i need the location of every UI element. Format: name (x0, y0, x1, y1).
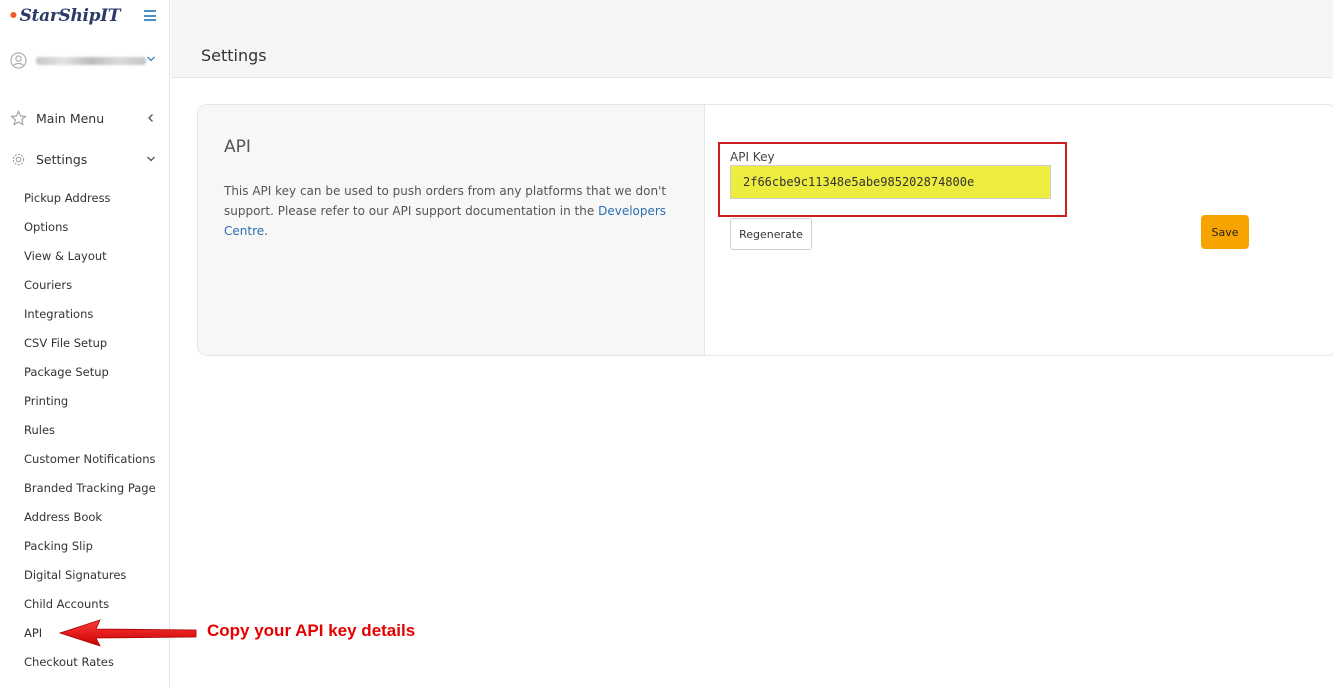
hamburger-icon[interactable] (144, 10, 156, 21)
save-button[interactable]: Save (1201, 215, 1249, 249)
sidebar-item-branded-tracking-page[interactable]: Branded Tracking Page (24, 480, 164, 509)
sidebar-item-package-setup[interactable]: Package Setup (24, 364, 164, 393)
user-icon (10, 52, 27, 69)
sidebar-item-rules[interactable]: Rules (24, 422, 164, 451)
settings-label: Settings (36, 152, 88, 167)
main-menu-toggle[interactable]: Main Menu (10, 109, 160, 129)
annotation-callout: Copy your API key details (207, 621, 416, 640)
main-content: Settings API This API key can be used to… (171, 0, 1333, 687)
description-end: . (264, 224, 268, 238)
sidebar-item-address-book[interactable]: Address Book (24, 509, 164, 538)
sidebar-item-packing-slip[interactable]: Packing Slip (24, 538, 164, 567)
blurred-username (36, 57, 146, 65)
chevron-down-icon (147, 156, 155, 162)
api-key-panel: API Key 2f66cbe9c11348e5abe985202874800e… (705, 105, 1333, 355)
card-title: API (224, 137, 251, 157)
sidebar-item-couriers[interactable]: Couriers (24, 277, 164, 306)
api-info-panel: API This API key can be used to push ord… (198, 105, 705, 355)
settings-submenu: Pickup Address Options View & Layout Cou… (24, 190, 164, 683)
api-key-highlight-box: API Key 2f66cbe9c11348e5abe985202874800e (718, 142, 1067, 217)
api-key-label: API Key (730, 150, 775, 164)
star-icon (10, 110, 27, 126)
sidebar-item-digital-signatures[interactable]: Digital Signatures (24, 567, 164, 596)
card-description: This API key can be used to push orders … (224, 181, 684, 241)
api-key-field[interactable]: 2f66cbe9c11348e5abe985202874800e (730, 165, 1051, 199)
logo-row: •StarShipIT (8, 6, 160, 32)
sidebar: •StarShipIT Main Menu Settings Pickup Ad… (0, 0, 170, 687)
page-header: Settings (171, 0, 1333, 78)
sidebar-item-csv-file-setup[interactable]: CSV File Setup (24, 335, 164, 364)
sidebar-item-pickup-address[interactable]: Pickup Address (24, 190, 164, 219)
gear-icon (12, 153, 25, 166)
sidebar-item-view-layout[interactable]: View & Layout (24, 248, 164, 277)
regenerate-button[interactable]: Regenerate (730, 218, 812, 250)
api-settings-card: API This API key can be used to push ord… (197, 104, 1333, 356)
starshipit-logo[interactable]: •StarShipIT (8, 6, 121, 26)
main-menu-label: Main Menu (36, 111, 105, 126)
sidebar-item-customer-notifications[interactable]: Customer Notifications (24, 451, 164, 480)
chevron-left-icon (148, 114, 153, 122)
annotation-arrow-icon (58, 619, 197, 647)
sidebar-item-options[interactable]: Options (24, 219, 164, 248)
page-title: Settings (201, 46, 267, 65)
settings-menu-toggle[interactable]: Settings (10, 150, 160, 170)
user-account-dropdown[interactable] (10, 52, 160, 70)
sidebar-item-printing[interactable]: Printing (24, 393, 164, 422)
sidebar-item-integrations[interactable]: Integrations (24, 306, 164, 335)
chevron-down-icon (146, 56, 156, 62)
sidebar-item-checkout-rates[interactable]: Checkout Rates (24, 654, 164, 683)
